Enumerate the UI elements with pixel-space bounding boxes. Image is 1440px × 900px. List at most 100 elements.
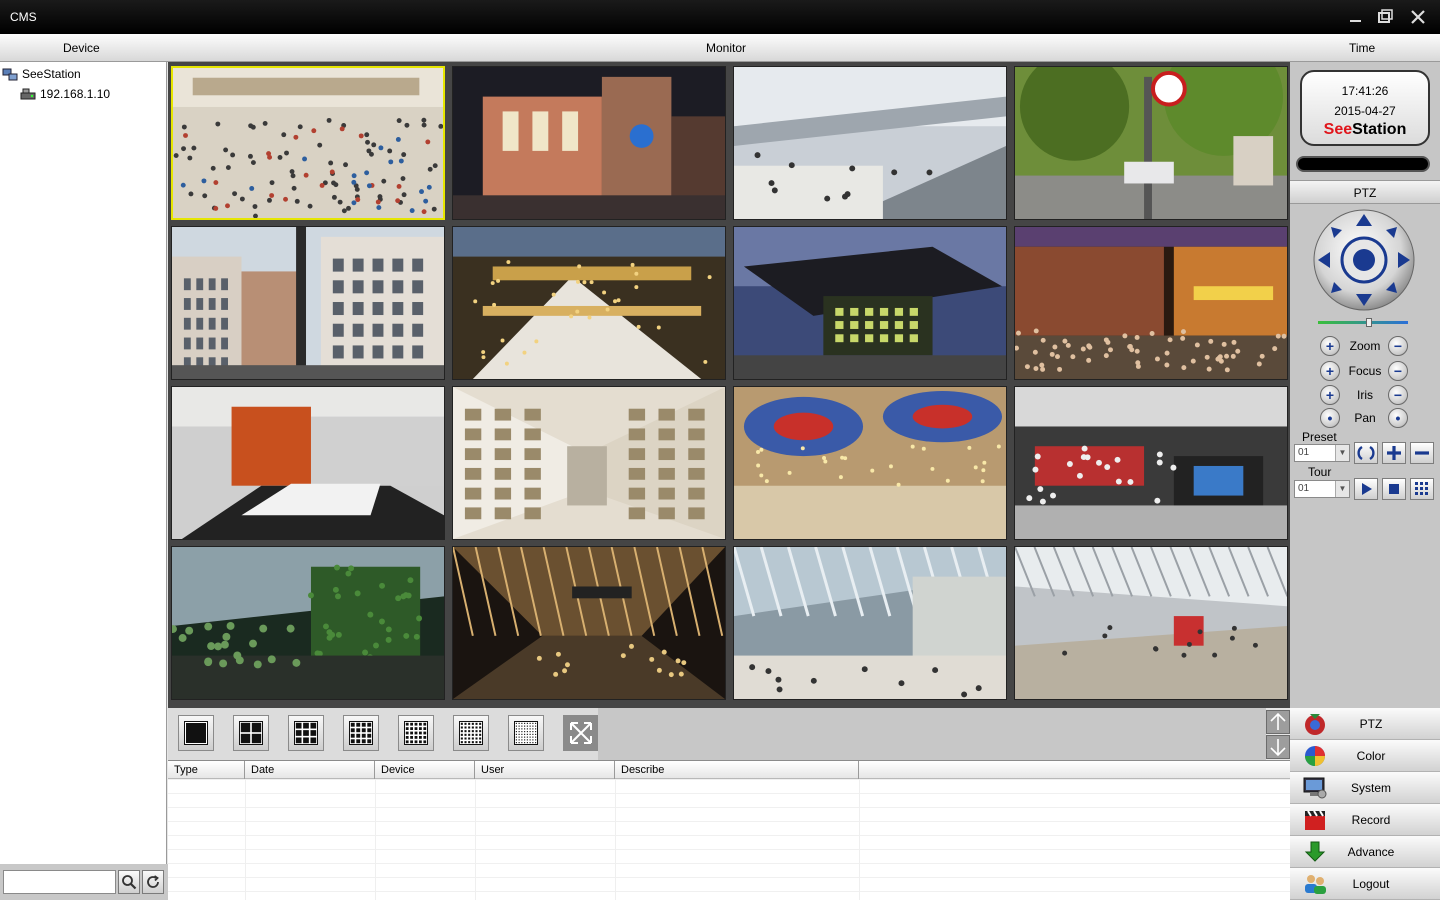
grid-layout-icon bbox=[404, 721, 428, 745]
zoom-in-button[interactable]: + bbox=[1320, 336, 1340, 356]
camera-view-13[interactable] bbox=[171, 546, 445, 700]
fullscreen-button[interactable] bbox=[563, 715, 599, 751]
menu-item-label: Color bbox=[1356, 749, 1386, 763]
pan-right-button[interactable]: • bbox=[1388, 408, 1408, 428]
menu-item-advance[interactable]: Advance bbox=[1290, 836, 1440, 868]
camera-feed bbox=[734, 227, 1006, 379]
slider-thumb[interactable] bbox=[1366, 318, 1372, 327]
preset-label: Preset bbox=[1302, 430, 1337, 444]
preset-call-button[interactable] bbox=[1354, 442, 1378, 464]
camera-feed bbox=[453, 387, 725, 539]
ptz-joystick[interactable] bbox=[1312, 208, 1416, 312]
device-header: Device bbox=[63, 41, 100, 55]
ptz-section-title: PTZ bbox=[1290, 180, 1440, 204]
column-header-date[interactable]: Date bbox=[245, 761, 375, 779]
minimize-button[interactable] bbox=[1346, 7, 1366, 27]
menu-item-label: System bbox=[1350, 781, 1391, 795]
users-logout-icon bbox=[1305, 875, 1326, 894]
layout-1-button[interactable] bbox=[178, 715, 214, 751]
maximize-button[interactable] bbox=[1376, 7, 1396, 27]
column-header-describe[interactable]: Describe bbox=[615, 761, 859, 779]
camera-view-12[interactable] bbox=[1014, 386, 1288, 540]
menu-item-label: Logout bbox=[1352, 877, 1390, 891]
camera-view-4[interactable] bbox=[1014, 66, 1288, 220]
menu-item-logout[interactable]: Logout bbox=[1290, 868, 1440, 900]
tree-node-label: SeeStation bbox=[22, 67, 81, 81]
iris-out-button[interactable]: − bbox=[1388, 385, 1408, 405]
camera-view-8[interactable] bbox=[1014, 226, 1288, 380]
monitor-header: Monitor bbox=[706, 41, 747, 55]
camera-feed bbox=[453, 547, 725, 699]
layout-9-button[interactable] bbox=[288, 715, 324, 751]
window-title: CMS bbox=[10, 10, 37, 24]
record-clapper-icon bbox=[1305, 810, 1325, 830]
column-header-type[interactable]: Type bbox=[168, 761, 245, 779]
search-button[interactable] bbox=[118, 870, 140, 894]
minus-icon: − bbox=[1393, 338, 1403, 354]
column-divider bbox=[245, 779, 246, 900]
tour-select[interactable]: 01 ▼ bbox=[1294, 480, 1350, 498]
layout-36-button[interactable] bbox=[453, 715, 489, 751]
preset-select[interactable]: 01 ▼ bbox=[1294, 444, 1350, 462]
preset-delete-button[interactable] bbox=[1410, 442, 1434, 464]
layout-64-button[interactable] bbox=[508, 715, 544, 751]
page-up-button[interactable] bbox=[1266, 710, 1290, 734]
ptz-iris-row: + Iris − bbox=[1290, 385, 1440, 405]
device-search-input[interactable] bbox=[3, 870, 116, 894]
tour-play-button[interactable] bbox=[1354, 478, 1378, 500]
refresh-button[interactable] bbox=[142, 870, 164, 894]
layout-4-button[interactable] bbox=[233, 715, 269, 751]
focus-out-button[interactable]: − bbox=[1388, 361, 1408, 381]
menu-item-color[interactable]: Color bbox=[1290, 740, 1440, 772]
close-button[interactable] bbox=[1408, 7, 1428, 27]
grid-layout-icon bbox=[239, 721, 263, 745]
focus-in-button[interactable]: + bbox=[1320, 361, 1340, 381]
menu-item-system[interactable]: System bbox=[1290, 772, 1440, 804]
status-bar bbox=[1296, 156, 1430, 172]
camera-view-15[interactable] bbox=[733, 546, 1007, 700]
dropdown-icon: ▼ bbox=[1335, 445, 1349, 461]
menu-item-ptz[interactable]: PTZ bbox=[1290, 708, 1440, 740]
plus-icon bbox=[1387, 446, 1401, 460]
page-down-button[interactable] bbox=[1266, 735, 1290, 759]
zoom-out-button[interactable]: − bbox=[1388, 336, 1408, 356]
menu-item-label: Advance bbox=[1347, 845, 1395, 859]
ptz-focus-row: + Focus − bbox=[1290, 361, 1440, 381]
camera-view-11[interactable] bbox=[733, 386, 1007, 540]
plus-icon: + bbox=[1325, 363, 1335, 379]
column-header-device[interactable]: Device bbox=[375, 761, 475, 779]
camera-view-14[interactable] bbox=[452, 546, 726, 700]
camera-view-16[interactable] bbox=[1014, 546, 1288, 700]
tour-grid-button[interactable] bbox=[1410, 478, 1434, 500]
layout-16-button[interactable] bbox=[343, 715, 379, 751]
brand-logo: SeeStation bbox=[1323, 121, 1407, 138]
camera-view-5[interactable] bbox=[171, 226, 445, 380]
preset-add-button[interactable] bbox=[1382, 442, 1406, 464]
grid-layout-icon bbox=[349, 721, 373, 745]
tour-stop-button[interactable] bbox=[1382, 478, 1406, 500]
camera-view-2[interactable] bbox=[452, 66, 726, 220]
column-divider bbox=[375, 779, 376, 900]
clock-date: 2015-04-27 bbox=[1334, 104, 1396, 118]
camera-view-3[interactable] bbox=[733, 66, 1007, 220]
cycle-icon bbox=[1357, 445, 1375, 461]
clock-display: 17:41:26 2015-04-27 SeeStation bbox=[1300, 70, 1430, 146]
zoom-label: Zoom bbox=[1349, 339, 1381, 353]
camera-view-9[interactable] bbox=[171, 386, 445, 540]
camera-view-1[interactable] bbox=[171, 66, 445, 220]
cms-app: CMS Device Monitor Time SeeStation 192.1… bbox=[0, 0, 1440, 900]
column-divider bbox=[859, 779, 860, 900]
pan-left-button[interactable]: • bbox=[1320, 408, 1340, 428]
camera-view-7[interactable] bbox=[733, 226, 1007, 380]
pan-label: Pan bbox=[1354, 411, 1376, 425]
camera-view-10[interactable] bbox=[452, 386, 726, 540]
iris-in-button[interactable]: + bbox=[1320, 385, 1340, 405]
camera-view-6[interactable] bbox=[452, 226, 726, 380]
camera-feed bbox=[1015, 387, 1287, 539]
ptz-speed-slider[interactable] bbox=[1318, 318, 1408, 327]
layout-25-button[interactable] bbox=[398, 715, 434, 751]
column-header-user[interactable]: User bbox=[475, 761, 615, 779]
menu-item-record[interactable]: Record bbox=[1290, 804, 1440, 836]
arrow-down-icon bbox=[1270, 739, 1286, 757]
camera-feed bbox=[453, 67, 725, 219]
